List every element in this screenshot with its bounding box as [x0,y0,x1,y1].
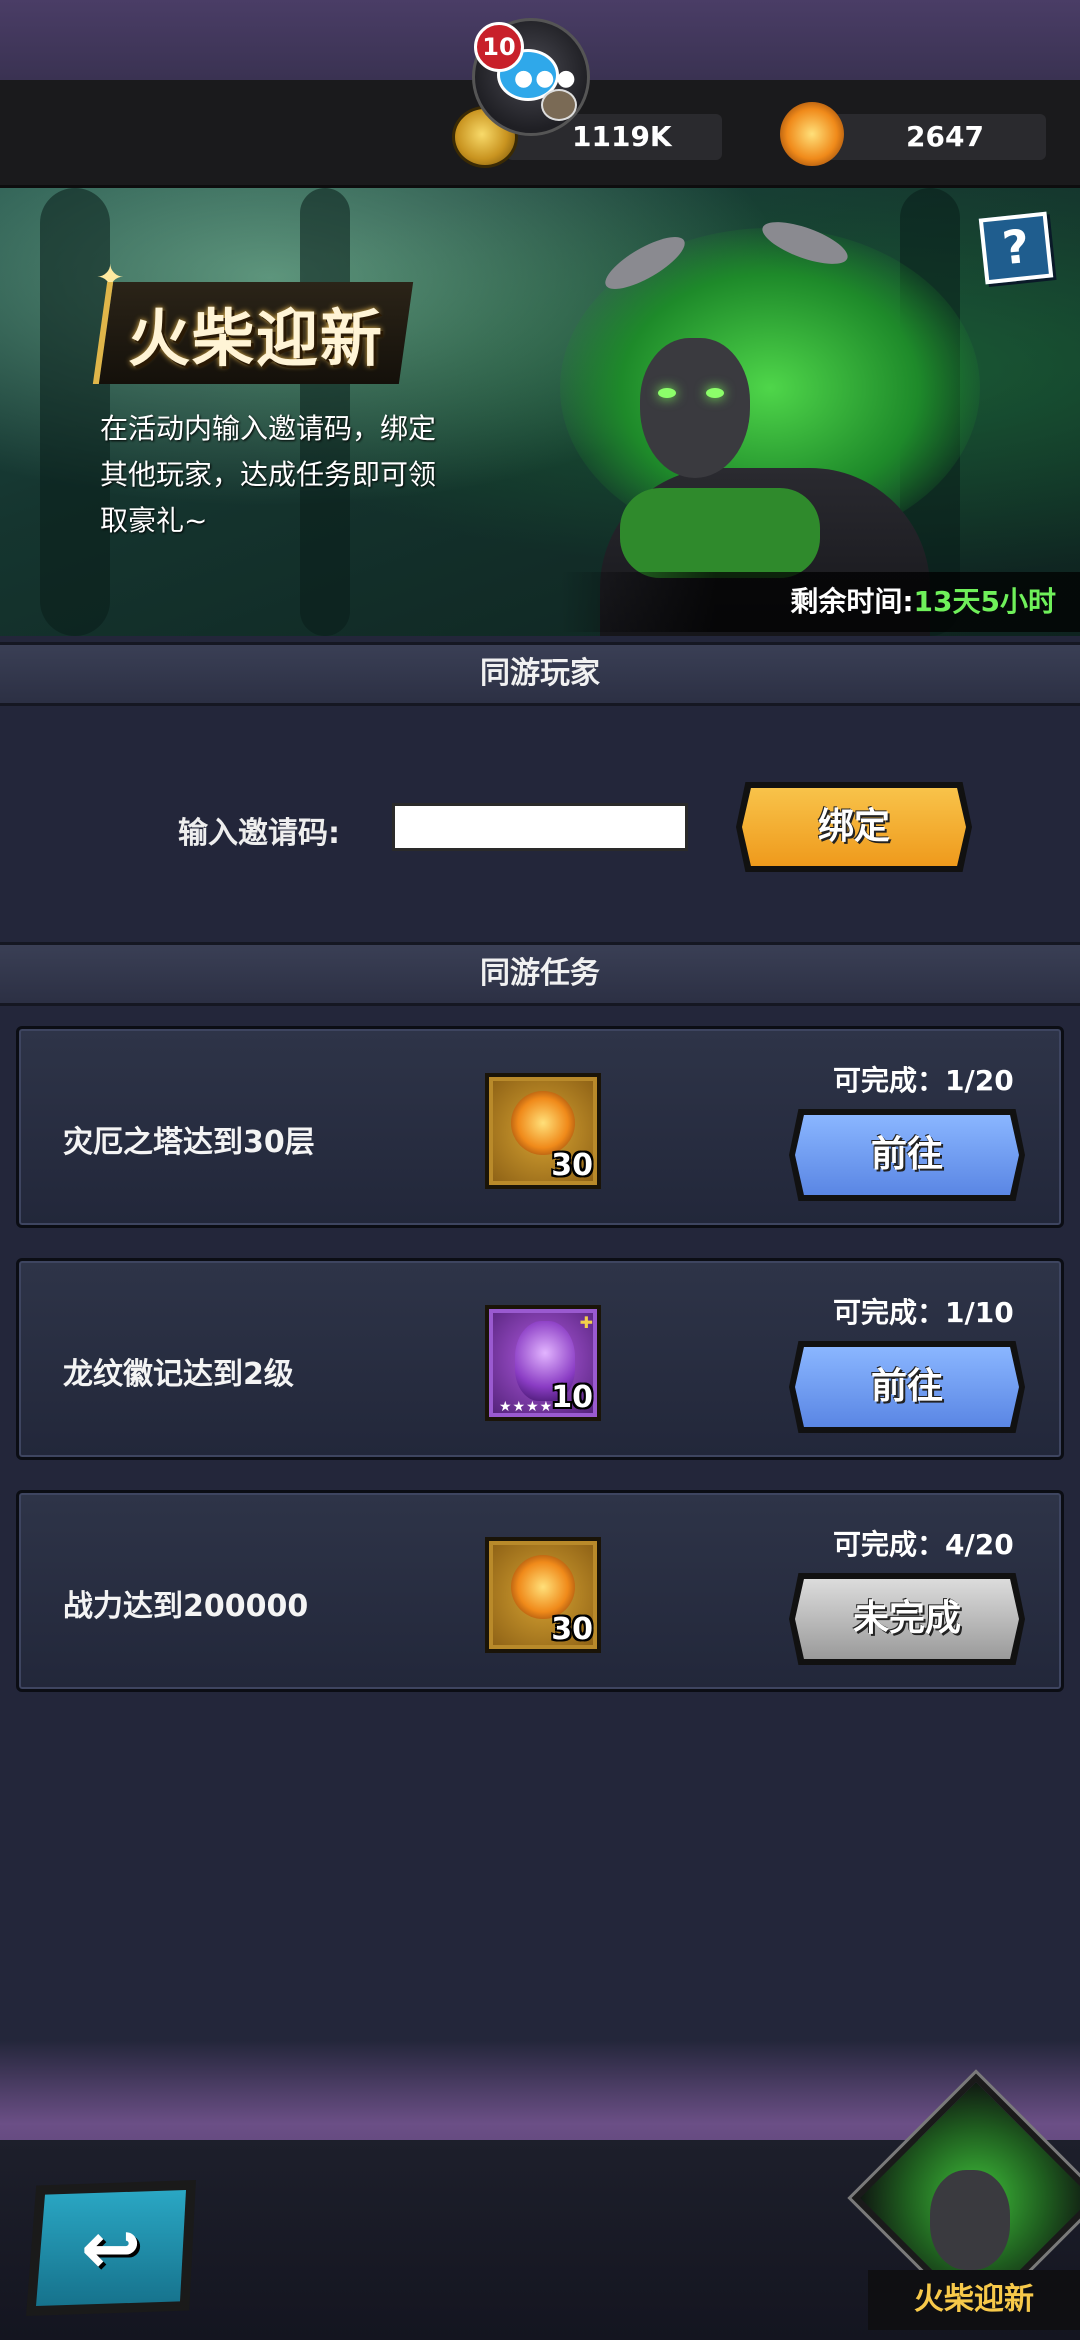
ticket-amount: 2647 [906,120,984,153]
banner-title: 火柴迎新 [92,282,414,384]
reward-item-icon[interactable]: 30 [485,1073,601,1189]
go-button-label: 前往 [870,1134,943,1175]
task-card: 灾厄之塔达到30层 30 可完成：1/20 前往 [16,1026,1064,1228]
reward-count: 30 [551,1148,593,1183]
reward-count: 30 [551,1612,593,1647]
go-button-label: 前往 [870,1366,943,1407]
bind-button-label: 绑定 [817,806,890,847]
reward-item-icon[interactable]: ✚ ★★★★ 10 [485,1305,601,1421]
star-rating-icon: ★★★★ [499,1399,554,1415]
banner-description: 在活动内输入邀请码，绑定其他玩家，达成任务即可领取豪礼~ [100,412,437,537]
reward-count: 10 [551,1380,593,1415]
character-eye [706,388,724,398]
flame-ticket-icon [511,1555,575,1619]
help-button[interactable]: ? [978,211,1054,285]
invite-code-label: 输入邀请码: [178,816,340,851]
remaining-time-value: 13天5小时 [913,585,1056,618]
task-progress: 可完成：4/20 [833,1528,1014,1561]
task-progress: 可完成：1/10 [833,1296,1014,1329]
chat-notification-badge: 10 [474,22,524,72]
task-progress: 可完成：1/20 [833,1064,1014,1097]
event-shortcut-label: 火柴迎新 [868,2270,1080,2330]
remaining-time-label: 剩余时间: [790,585,914,618]
go-button[interactable]: 前往 [789,1341,1025,1433]
section-header-players: 同游玩家 [0,642,1080,706]
fragment-tag-icon: ✚ [579,1313,593,1332]
invite-code-input[interactable] [392,803,688,851]
character-eye [658,388,676,398]
go-button[interactable]: 前往 [789,1109,1025,1201]
task-name: 龙纹徽记达到2级 [63,1357,294,1392]
help-icon: ? [999,218,1032,276]
task-name: 战力达到200000 [63,1589,309,1624]
flame-ticket-icon [511,1091,575,1155]
back-button[interactable]: ↩ [26,2180,196,2316]
character-scarf [620,488,820,578]
chat-small-bubble-icon [541,89,577,121]
banner-title-text: 火柴迎新 [128,302,385,375]
reward-item-icon[interactable]: 30 [485,1537,601,1653]
back-arrow-icon: ↩ [36,2190,186,2306]
bind-button[interactable]: 绑定 [736,782,972,872]
remaining-time: 剩余时间:13天5小时 [560,572,1080,632]
gold-amount: 1119K [572,120,672,153]
task-name: 灾厄之塔达到30层 [63,1125,315,1160]
incomplete-button[interactable]: 未完成 [789,1573,1025,1665]
character-face [640,338,750,478]
event-character-icon [930,2170,1010,2270]
incomplete-button-label: 未完成 [852,1598,961,1639]
section-header-tasks: 同游任务 [0,942,1080,1006]
flame-ticket-icon [780,102,844,166]
task-card: 战力达到200000 30 可完成：4/20 未完成 [16,1490,1064,1692]
task-card: 龙纹徽记达到2级 ✚ ★★★★ 10 可完成：1/10 前往 [16,1258,1064,1460]
